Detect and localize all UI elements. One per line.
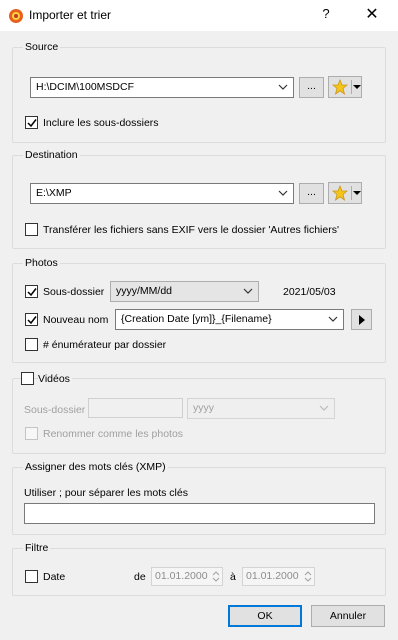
title-bar: Importer et trier ? ✕ bbox=[0, 0, 398, 31]
transfer-no-exif-label[interactable]: Transférer les fichiers sans EXIF vers l… bbox=[43, 224, 339, 236]
photos-subfolder-format-combo[interactable]: yyyy/MM/dd bbox=[110, 281, 259, 302]
source-legend: Source bbox=[23, 41, 61, 53]
dropdown-arrow-icon[interactable] bbox=[353, 191, 361, 195]
videos-rename-label: Renommer comme les photos bbox=[43, 428, 184, 440]
checkmark-icon bbox=[27, 288, 37, 297]
destination-legend: Destination bbox=[23, 149, 80, 161]
photos-rename-pattern-combo[interactable]: {Creation Date [ym]}_{Filename} bbox=[115, 309, 344, 330]
chevron-down-icon bbox=[319, 405, 329, 411]
photos-subfolder-format-value: yyyy/MM/dd bbox=[116, 285, 173, 297]
filter-from-label: de bbox=[134, 571, 146, 583]
photos-rename-label[interactable]: Nouveau nom bbox=[43, 314, 108, 326]
chevron-down-icon bbox=[328, 316, 338, 322]
window-title: Importer et trier bbox=[29, 8, 112, 22]
videos-rename-checkbox[interactable] bbox=[25, 427, 38, 440]
close-button[interactable]: ✕ bbox=[360, 4, 384, 24]
checkmark-icon bbox=[27, 119, 37, 128]
filter-legend: Filtre bbox=[23, 542, 51, 554]
keywords-hint: Utiliser ; pour séparer les mots clés bbox=[24, 487, 188, 499]
app-logo-icon bbox=[9, 9, 23, 23]
filter-date-checkbox[interactable] bbox=[25, 570, 38, 583]
cancel-button[interactable]: Annuler bbox=[311, 605, 385, 627]
ok-button[interactable]: OK bbox=[228, 605, 302, 627]
chevron-down-icon bbox=[278, 190, 288, 196]
play-arrow-icon bbox=[359, 315, 365, 325]
keywords-group: Assigner des mots clés (XMP) bbox=[12, 461, 386, 535]
filter-to-date-input[interactable]: 01.01.2000 bbox=[242, 567, 315, 586]
enumerator-label[interactable]: # énumérateur par dossier bbox=[43, 339, 166, 351]
filter-from-date-value: 01.01.2000 bbox=[155, 570, 208, 582]
destination-path-value: E:\XMP bbox=[36, 187, 72, 199]
photos-subfolder-checkbox[interactable] bbox=[25, 285, 38, 298]
spin-updown-icon[interactable] bbox=[211, 569, 221, 584]
chevron-down-icon bbox=[278, 84, 288, 90]
photos-rename-pattern-value: {Creation Date [ym]}_{Filename} bbox=[121, 313, 272, 325]
keywords-input[interactable] bbox=[24, 503, 375, 524]
source-path-combo[interactable]: H:\DCIM\100MSDCF bbox=[30, 77, 294, 98]
chevron-down-icon bbox=[243, 288, 253, 294]
star-icon bbox=[332, 79, 348, 95]
include-subfolders-checkbox[interactable] bbox=[25, 116, 38, 129]
destination-favorites-button[interactable] bbox=[328, 182, 362, 204]
source-favorites-button[interactable] bbox=[328, 76, 362, 98]
source-browse-button[interactable]: ... bbox=[299, 77, 324, 98]
source-path-value: H:\DCIM\100MSDCF bbox=[36, 81, 135, 93]
split-separator bbox=[351, 186, 352, 200]
videos-legend[interactable]: Vidéos bbox=[38, 373, 72, 385]
star-icon bbox=[332, 185, 348, 201]
filter-date-label[interactable]: Date bbox=[43, 571, 65, 583]
help-button[interactable]: ? bbox=[316, 6, 336, 21]
filter-to-date-value: 01.01.2000 bbox=[246, 570, 299, 582]
videos-format-value: yyyy bbox=[193, 402, 214, 414]
photos-subfolder-preview: 2021/05/03 bbox=[283, 286, 336, 298]
videos-subfolder-input[interactable] bbox=[88, 398, 183, 418]
filter-from-date-input[interactable]: 01.01.2000 bbox=[151, 567, 223, 586]
checkmark-icon bbox=[27, 316, 37, 325]
spin-updown-icon[interactable] bbox=[303, 569, 313, 584]
dropdown-arrow-icon[interactable] bbox=[353, 85, 361, 89]
videos-subfolder-label: Sous-dossier bbox=[24, 404, 86, 416]
split-separator bbox=[351, 80, 352, 94]
filter-to-label: à bbox=[230, 571, 236, 583]
enumerator-checkbox[interactable] bbox=[25, 338, 38, 351]
transfer-no-exif-checkbox[interactable] bbox=[25, 223, 38, 236]
photos-rename-checkbox[interactable] bbox=[25, 313, 38, 326]
photos-subfolder-label[interactable]: Sous-dossier bbox=[43, 286, 104, 298]
destination-browse-button[interactable]: ... bbox=[299, 183, 324, 204]
videos-checkbox[interactable] bbox=[21, 372, 34, 385]
photos-legend: Photos bbox=[23, 257, 60, 269]
destination-path-combo[interactable]: E:\XMP bbox=[30, 183, 294, 204]
keywords-legend: Assigner des mots clés (XMP) bbox=[23, 461, 168, 473]
insert-token-button[interactable] bbox=[351, 309, 372, 330]
videos-format-combo[interactable]: yyyy bbox=[187, 398, 335, 419]
include-subfolders-label[interactable]: Inclure les sous-dossiers bbox=[43, 117, 159, 129]
